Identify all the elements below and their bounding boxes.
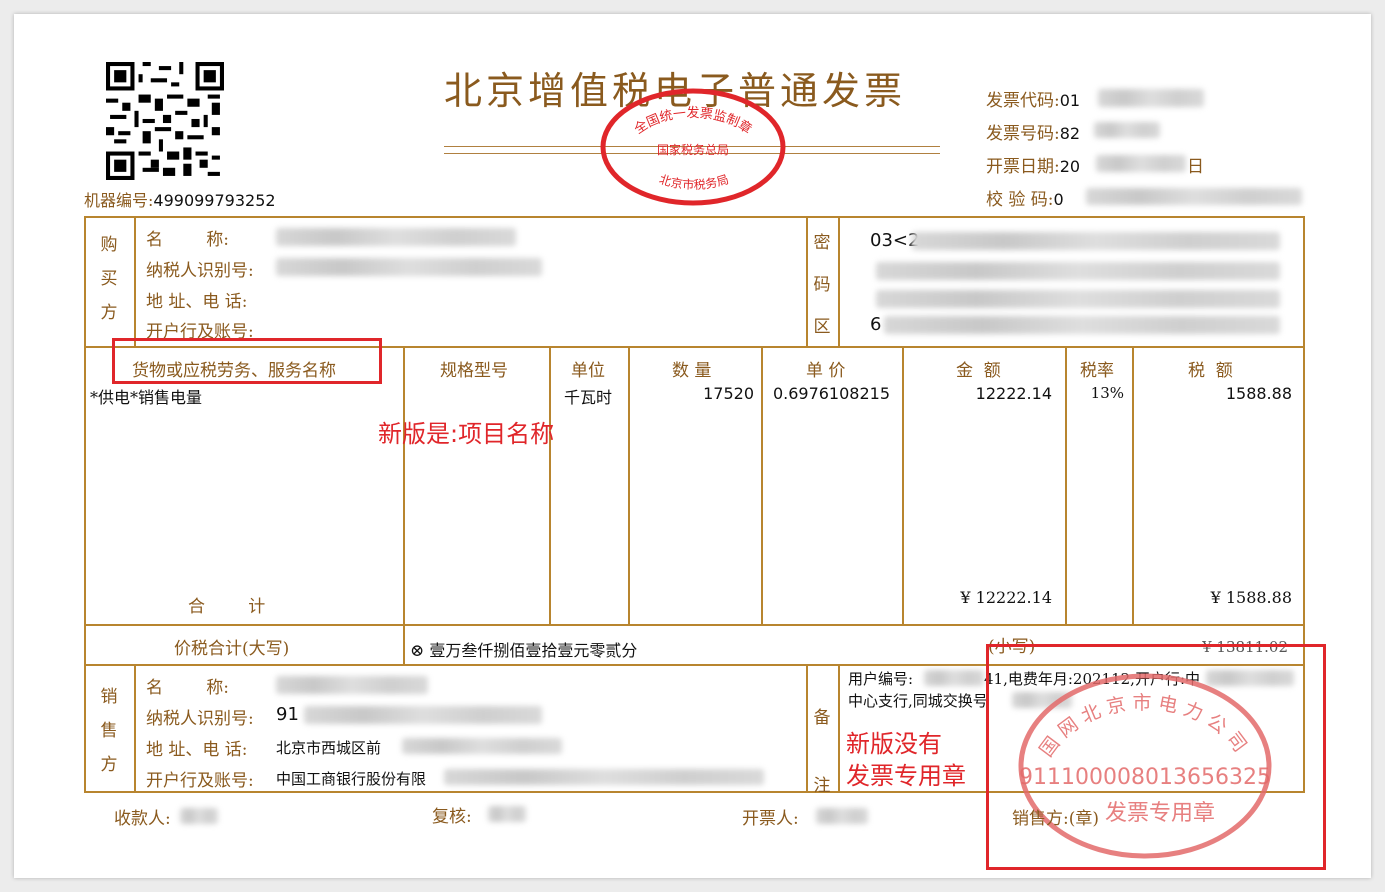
issuer-label: 开票人: bbox=[742, 809, 799, 829]
vline-remark-right bbox=[838, 664, 840, 793]
redacted-check-code bbox=[1086, 188, 1302, 205]
payee-label: 收款人: bbox=[114, 809, 171, 829]
redacted-cipher-3 bbox=[876, 290, 1280, 308]
supervision-seal: 全国统一发票监制章 国家税务总局 北京市税务局 bbox=[600, 88, 786, 206]
seal-middle-text: 国家税务总局 bbox=[657, 142, 729, 157]
annotation-no-seal-1: 新版没有 bbox=[846, 730, 942, 758]
seller-tax-id-value: 91 bbox=[276, 704, 299, 725]
redacted-issuer bbox=[816, 808, 868, 824]
vline-spec-col bbox=[549, 346, 551, 624]
invoice-number-value: 82 bbox=[1059, 124, 1081, 143]
col-header-spec: 规格型号 bbox=[440, 361, 508, 381]
seller-name-label: 名 称: bbox=[146, 678, 229, 698]
col-header-qty: 数 量 bbox=[672, 361, 712, 381]
redacted-seller-address bbox=[402, 738, 562, 754]
redacted-seller-name bbox=[276, 676, 428, 694]
reviewer-label: 复核: bbox=[432, 807, 472, 827]
item-name: *供电*销售电量 bbox=[90, 388, 203, 407]
redacted-seller-bank bbox=[444, 769, 764, 785]
total-words-value: 壹万叁仟捌佰壹拾壹元零贰分 bbox=[429, 641, 638, 660]
annotation-box-seal bbox=[986, 644, 1326, 870]
remark-line-2: 中心支行,同城交换号 bbox=[848, 692, 988, 710]
close-circle-icon: ⊗ bbox=[410, 641, 425, 661]
vline-amount-col bbox=[1065, 346, 1067, 624]
invoice-code-row: 发票代码:01 bbox=[986, 86, 1080, 111]
seller-bank-label: 开户行及账号: bbox=[146, 771, 254, 791]
seal-bottom-text: 北京市税务局 bbox=[658, 172, 731, 192]
line-items-bottom bbox=[84, 624, 1305, 626]
col-header-amount: 金 额 bbox=[956, 361, 1001, 381]
redacted-cipher-2 bbox=[876, 262, 1280, 280]
subtotal-label: 合 计 bbox=[188, 597, 266, 617]
remark-side-label: 备注 bbox=[813, 708, 831, 796]
annotation-no-seal-2: 发票专用章 bbox=[846, 762, 966, 790]
redacted-seller-tax-id bbox=[304, 706, 542, 724]
redacted-date bbox=[1096, 155, 1186, 172]
vline-cipher-right bbox=[838, 216, 840, 346]
machine-number-value: 499099793252 bbox=[153, 191, 276, 210]
subtotal-tax: ¥ 1588.88 bbox=[1210, 588, 1292, 607]
col-header-unit: 单位 bbox=[571, 361, 605, 381]
redacted-buyer-tax-id bbox=[276, 258, 542, 276]
qr-code bbox=[106, 62, 224, 180]
buyer-name-label: 名 称: bbox=[146, 230, 229, 250]
redacted-cipher-1 bbox=[912, 232, 1280, 250]
redacted-reviewer bbox=[488, 806, 526, 822]
machine-number-row: 机器编号:499099793252 bbox=[84, 187, 276, 211]
redacted-payee bbox=[180, 808, 218, 824]
seller-tax-id-label: 纳税人识别号: bbox=[146, 709, 254, 729]
invoice-code-label: 发票代码: bbox=[986, 91, 1060, 111]
invoice-date-row: 开票日期:20 bbox=[986, 152, 1080, 177]
check-code-row: 校 验 码:0 bbox=[986, 185, 1064, 210]
invoice-date-value: 20 bbox=[1059, 157, 1081, 176]
invoice-code-value: 01 bbox=[1059, 91, 1081, 110]
item-amount: 12222.14 bbox=[975, 384, 1052, 403]
buyer-tax-id-label: 纳税人识别号: bbox=[146, 261, 254, 281]
col-header-price: 单 价 bbox=[806, 361, 846, 381]
total-words-label: 价税合计(大写) bbox=[174, 639, 290, 659]
seal-outer-text: 全国统一发票监制章 bbox=[631, 105, 755, 137]
seller-address-value: 北京市西城区前 bbox=[276, 739, 382, 757]
item-qty: 17520 bbox=[703, 384, 754, 403]
item-unit: 千瓦时 bbox=[564, 388, 613, 407]
annotation-new-name: 新版是:项目名称 bbox=[378, 420, 555, 448]
item-rate: 13% bbox=[1090, 384, 1124, 402]
invoice-number-label: 发票号码: bbox=[986, 124, 1060, 144]
seller-address-label: 地 址、电 话: bbox=[146, 740, 248, 760]
buyer-address-label: 地 址、电 话: bbox=[146, 292, 248, 312]
invoice-number-row: 发票号码:82 bbox=[986, 119, 1080, 144]
cipher-line-4: 6 bbox=[870, 314, 882, 335]
cipher-side-label: 密码区 bbox=[813, 233, 831, 337]
seller-bank-value: 中国工商银行股份有限 bbox=[276, 770, 427, 788]
redacted-buyer-name bbox=[276, 228, 516, 246]
item-price: 0.6976108215 bbox=[772, 384, 890, 403]
item-tax: 1588.88 bbox=[1225, 384, 1292, 403]
total-words-row: ⊗ 壹万叁仟捌佰壹拾壹元零贰分 bbox=[410, 637, 637, 661]
col-header-rate: 税率 bbox=[1080, 361, 1114, 381]
vline-cipher-left bbox=[806, 216, 808, 346]
vline-seller-side bbox=[134, 664, 136, 793]
redacted-user-no bbox=[924, 670, 984, 686]
subtotal-amount: ¥ 12222.14 bbox=[960, 588, 1052, 607]
vline-remark-left bbox=[806, 664, 808, 793]
vline-name-col bbox=[403, 346, 405, 664]
redacted-number bbox=[1094, 122, 1160, 138]
col-header-tax: 税 额 bbox=[1188, 361, 1233, 381]
vline-buyer-side bbox=[134, 216, 136, 346]
redacted-code bbox=[1098, 89, 1204, 107]
check-code-label: 校 验 码: bbox=[986, 190, 1054, 210]
machine-number-label: 机器编号: bbox=[84, 191, 154, 210]
annotation-box-name bbox=[112, 338, 382, 384]
seller-side-label: 销售方 bbox=[100, 687, 118, 775]
check-code-value: 0 bbox=[1053, 190, 1064, 209]
vline-qty-col bbox=[761, 346, 763, 624]
invoice-date-suffix: 日 bbox=[1187, 157, 1204, 177]
invoice-date-label: 开票日期: bbox=[986, 157, 1060, 177]
remark-line-1a: 用户编号: bbox=[848, 670, 914, 688]
buyer-side-label: 购买方 bbox=[100, 235, 118, 323]
redacted-cipher-4 bbox=[884, 316, 1280, 334]
